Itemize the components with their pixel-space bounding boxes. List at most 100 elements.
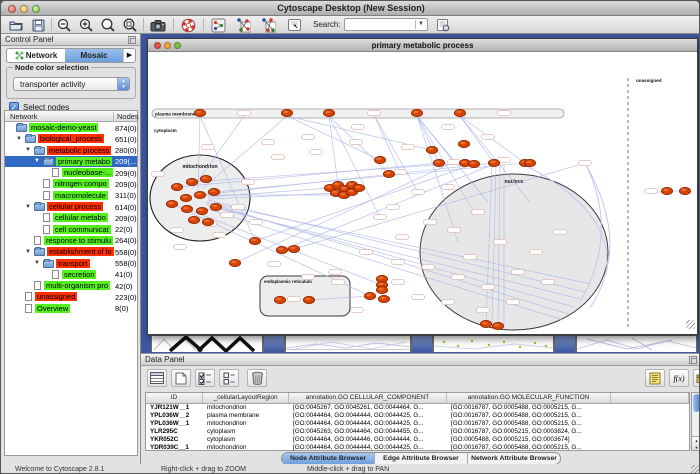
graph-node[interactable] — [249, 237, 260, 244]
graph-node[interactable] — [458, 140, 469, 147]
graph-node[interactable] — [288, 245, 299, 252]
graph-node[interactable] — [200, 175, 211, 182]
scrollbar-thumb[interactable] — [693, 394, 700, 412]
background-window-fragment[interactable] — [433, 335, 554, 352]
graph-node[interactable] — [229, 259, 240, 266]
graph-node[interactable] — [468, 160, 479, 167]
graph-node[interactable] — [426, 146, 437, 153]
network-view-window[interactable]: primary metabolic process plasma membran… — [147, 38, 698, 335]
graph-node[interactable] — [196, 207, 207, 214]
background-window-fragment[interactable] — [151, 335, 263, 352]
open-folder-icon[interactable] — [8, 17, 24, 33]
graph-node[interactable] — [661, 187, 672, 194]
unselect-attributes-icon[interactable] — [219, 369, 239, 387]
graph-node[interactable] — [323, 109, 334, 116]
tree-row[interactable]: ▼primary metabo209(... — [5, 156, 137, 167]
tree-item-label[interactable]: cell communicat — [53, 225, 111, 234]
tab-overflow-arrow-icon[interactable]: ▶ — [123, 49, 135, 62]
tree-row[interactable]: multi-organism pro42(0) — [5, 280, 137, 291]
tree-item-label[interactable]: primary metabo — [56, 157, 112, 166]
tree-row[interactable]: ▼establishment of lo558(0) — [5, 246, 137, 257]
zoom-out-icon[interactable] — [56, 17, 72, 33]
tree-item-label[interactable]: macromolecule — [53, 191, 108, 200]
help-lifering-icon[interactable] — [180, 17, 196, 33]
zoom-in-icon[interactable] — [78, 17, 94, 33]
graph-node[interactable] — [303, 296, 314, 303]
tree-row[interactable]: ▼biological_process651(0) — [5, 133, 137, 144]
graph-node[interactable] — [194, 191, 205, 198]
graph-node[interactable] — [378, 295, 389, 302]
zoom-selected-icon[interactable] — [100, 17, 116, 33]
tree-row[interactable]: ▼metabolic process280(0) — [5, 145, 137, 156]
graph-node[interactable] — [202, 218, 213, 225]
float-panel-icon[interactable] — [689, 356, 697, 364]
graph-node[interactable] — [411, 109, 422, 116]
save-icon[interactable] — [30, 17, 46, 33]
background-window-fragment[interactable] — [576, 335, 697, 352]
graph-node[interactable] — [488, 159, 499, 166]
background-window-fragment[interactable] — [411, 335, 433, 352]
graph-node[interactable] — [276, 246, 287, 253]
window-resize-grip[interactable] — [686, 320, 695, 329]
search-input[interactable]: ▼ — [344, 18, 428, 31]
tree-row[interactable]: mosaic-demo-yeast874(0) — [5, 122, 137, 133]
tree-row[interactable]: cellular metabo209(0) — [5, 212, 137, 223]
tab-network-attribute-browser[interactable]: Network Attribute Browser — [468, 453, 560, 464]
tree-item-label[interactable]: nitrogen compo — [53, 179, 109, 188]
graph-node[interactable] — [374, 156, 385, 163]
disclosure-triangle-icon[interactable]: ▼ — [16, 136, 22, 142]
graph-node[interactable] — [181, 205, 192, 212]
app-resize-grip[interactable] — [691, 465, 700, 474]
graph-node[interactable] — [180, 194, 191, 201]
graph-node[interactable] — [171, 183, 182, 190]
tree-row[interactable]: response to stimulu264(0) — [5, 235, 137, 246]
graph-node[interactable] — [679, 187, 690, 194]
disclosure-triangle-icon[interactable]: ▼ — [34, 260, 40, 266]
tree-item-label[interactable]: establishment of lo — [47, 247, 114, 256]
attribute-table-scrollbar[interactable]: ▲▼ — [691, 392, 700, 451]
tree-item-label[interactable]: cellular process — [47, 202, 103, 211]
attribute-table-icon[interactable] — [147, 369, 167, 387]
layout-icon-a[interactable] — [235, 17, 251, 33]
tab-mosaic[interactable]: Mosaic — [65, 49, 123, 62]
disclosure-triangle-icon[interactable]: ▼ — [34, 158, 40, 164]
background-window-fragment[interactable] — [554, 335, 576, 352]
search-options-icon[interactable] — [435, 17, 451, 33]
tab-node-attribute-browser[interactable]: Node Attribute Browser — [282, 453, 375, 464]
graph-node[interactable] — [210, 203, 221, 210]
tree-item-label[interactable]: unassigned — [35, 292, 77, 301]
tree-row[interactable]: secretion41(0) — [5, 269, 137, 280]
graph-node[interactable] — [383, 170, 394, 177]
zoom-fit-icon[interactable] — [122, 17, 138, 33]
background-window-fragment[interactable] — [285, 335, 411, 352]
tab-network[interactable]: Network — [7, 49, 65, 62]
attribute-list-icon[interactable] — [645, 369, 665, 387]
scrollbar-arrows[interactable]: ▲▼ — [692, 436, 700, 450]
background-window-fragment[interactable] — [263, 335, 285, 352]
disclosure-triangle-icon[interactable]: ▼ — [25, 249, 31, 255]
disclosure-triangle-icon[interactable]: ▼ — [25, 204, 31, 210]
delete-attribute-icon[interactable] — [247, 369, 267, 387]
node-color-attribute-select[interactable]: transporter activity ▲▼ — [13, 77, 130, 91]
tree-row[interactable]: ▼transport558(0) — [5, 258, 137, 269]
tree-item-label[interactable]: Overview — [35, 304, 70, 313]
chevron-down-icon[interactable]: ▼ — [415, 20, 426, 29]
table-row[interactable]: YPL036W__1mitochondrion[GO:0044464, GO:0… — [146, 420, 689, 428]
tree-row[interactable]: cell communicat22(0) — [5, 224, 137, 235]
graph-node[interactable] — [188, 216, 199, 223]
snapshot-camera-icon[interactable] — [150, 17, 166, 33]
table-row[interactable]: YPL036W__2plasma membrane[GO:0044464, GO… — [146, 412, 689, 420]
network-canvas[interactable]: plasma membranecytoplasmnucleusmitochond… — [148, 52, 697, 334]
column-header[interactable]: annotation.GO CELLULAR_COMPONENT — [289, 393, 447, 403]
tab-edge-attribute-browser[interactable]: Edge Attribute Browser — [375, 453, 468, 464]
tree-item-label[interactable]: multi-organism pro — [44, 281, 110, 290]
tree-row[interactable]: unassigned223(0) — [5, 291, 137, 302]
graph-node[interactable] — [281, 109, 292, 116]
tree-row[interactable]: Overview8(0) — [5, 303, 137, 314]
graph-node[interactable] — [524, 159, 535, 166]
graph-node[interactable] — [186, 178, 197, 185]
graph-node[interactable] — [274, 296, 285, 303]
tree-item-label[interactable]: nucleobase-... — [62, 168, 113, 177]
tree-row[interactable]: macromolecule311(0) — [5, 190, 137, 201]
graph-node[interactable] — [166, 200, 177, 207]
